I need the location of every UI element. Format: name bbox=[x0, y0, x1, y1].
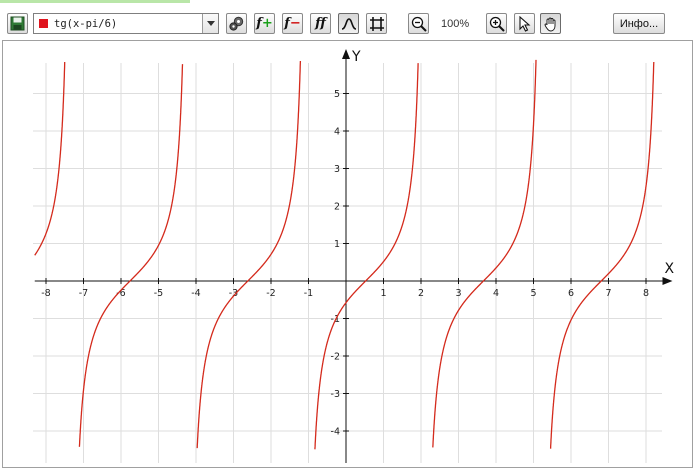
x-tick-label: -1 bbox=[304, 288, 313, 299]
pointer-tool-button[interactable] bbox=[514, 13, 535, 34]
functions-list-button[interactable]: ff bbox=[310, 13, 331, 34]
x-tick-label: 2 bbox=[418, 288, 424, 299]
pan-hand-icon bbox=[544, 17, 555, 31]
function-curve-segment bbox=[78, 64, 184, 447]
x-tick-label: 7 bbox=[605, 288, 611, 299]
function-curve-segment bbox=[34, 61, 66, 256]
y-tick-label: 4 bbox=[334, 127, 340, 138]
function-curve-segment bbox=[432, 59, 537, 448]
zoom-level: 100% bbox=[441, 18, 470, 30]
function-curve-segment bbox=[196, 60, 302, 449]
x-tick-label: 5 bbox=[530, 288, 536, 299]
add-function-button[interactable]: f+ bbox=[254, 13, 275, 34]
x-tick-label: 8 bbox=[643, 288, 649, 299]
x-axis-label: X bbox=[665, 261, 675, 277]
y-tick-label: 1 bbox=[334, 239, 340, 250]
remove-function-button[interactable]: f− bbox=[282, 13, 303, 34]
pan-hand-button[interactable] bbox=[540, 13, 561, 34]
grid-toggle-icon bbox=[369, 16, 384, 31]
zoom-in-button[interactable] bbox=[486, 13, 507, 34]
function-select[interactable]: tg(x-pi/6) bbox=[33, 13, 219, 34]
x-tick-label: -7 bbox=[79, 288, 88, 299]
pointer-tool-icon bbox=[518, 15, 530, 32]
x-axis-arrow bbox=[662, 277, 673, 285]
x-tick-label: -5 bbox=[154, 288, 163, 299]
x-tick-label: 3 bbox=[455, 288, 461, 299]
function-color-swatch bbox=[39, 19, 48, 28]
zoom-in-icon bbox=[489, 16, 505, 32]
x-tick-label: -4 bbox=[191, 288, 200, 299]
save-icon bbox=[10, 16, 25, 31]
plot-area[interactable]: X Y -8 -7 -6 -5 -4 -3 -2 -1 1 2 3 4 5 6 7 8 -4 -3 -2 -1 1 2 3 4 5 bbox=[2, 40, 693, 468]
x-tick-label: -2 bbox=[266, 288, 275, 299]
zoom-out-button[interactable] bbox=[408, 13, 429, 34]
toolbar: tg(x-pi/6) f+ f− ff 100% Инфо... bbox=[0, 3, 697, 41]
y-axis-arrow bbox=[342, 49, 350, 59]
chevron-down-icon bbox=[206, 21, 215, 26]
function-curve-segment bbox=[549, 61, 655, 449]
x-tick-label: 4 bbox=[493, 288, 499, 299]
remove-function-icon: f− bbox=[284, 16, 301, 31]
x-tick-label: 6 bbox=[568, 288, 574, 299]
y-tick-label: 2 bbox=[334, 202, 340, 213]
y-tick-label: 5 bbox=[334, 89, 340, 100]
x-tick-label: 1 bbox=[380, 288, 386, 299]
curve-mode-button[interactable] bbox=[338, 13, 359, 34]
y-axis-label: Y bbox=[351, 49, 361, 65]
dropdown-button[interactable] bbox=[202, 14, 218, 33]
save-button[interactable] bbox=[7, 13, 28, 34]
y-tick-label: -4 bbox=[331, 427, 340, 438]
functions-list-icon: ff bbox=[315, 16, 326, 31]
x-tick-label: -8 bbox=[41, 288, 50, 299]
function-plot[interactable]: XY-8 -7 -6 -5 -4 -3 -2 -1 1 2 3 4 5 6 7 8-4-3-2-112345 bbox=[3, 41, 692, 467]
settings-button[interactable] bbox=[226, 13, 247, 34]
add-function-icon: f+ bbox=[256, 16, 273, 31]
grid-toggle-button[interactable] bbox=[366, 13, 387, 34]
info-button[interactable]: Инфо... bbox=[613, 13, 665, 34]
settings-gears-icon bbox=[229, 16, 244, 31]
curve-mode-icon bbox=[341, 17, 356, 30]
y-tick-label: -3 bbox=[331, 389, 340, 400]
y-tick-label: -2 bbox=[331, 352, 340, 363]
x-tick-label: -3 bbox=[229, 288, 238, 299]
y-tick-label: 3 bbox=[334, 164, 340, 175]
function-expression: tg(x-pi/6) bbox=[54, 17, 118, 30]
zoom-out-icon bbox=[411, 16, 427, 32]
